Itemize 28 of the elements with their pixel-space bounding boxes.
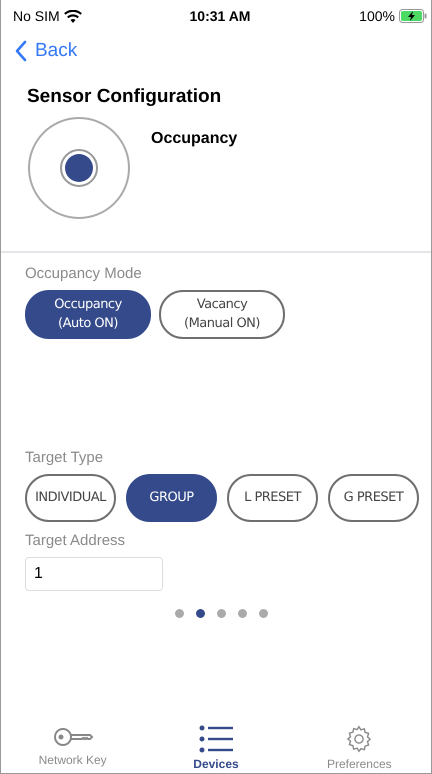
battery-charging-icon (398, 9, 427, 23)
mode-option[interactable]: Vacancy (Manual ON) (159, 290, 285, 339)
field-label: Target Address (25, 532, 126, 549)
target-option[interactable]: L PRESET (227, 474, 318, 522)
target-option[interactable]: GROUP (126, 474, 217, 522)
key-icon (52, 725, 94, 749)
section-label: Target Type (25, 449, 104, 466)
mode-option[interactable]: Occupancy (Auto ON) (25, 290, 151, 339)
page-dot[interactable] (216, 609, 226, 618)
page-title: Sensor Configuration (27, 86, 222, 108)
page-dot[interactable] (238, 609, 246, 618)
address-field[interactable]: 1 (25, 557, 163, 591)
list-icon (198, 725, 233, 753)
tab-item[interactable]: Devices (150, 725, 281, 771)
target-option[interactable]: G PRESET (328, 474, 419, 522)
page-dot[interactable] (174, 609, 184, 618)
page-dot[interactable] (196, 609, 204, 618)
page-dot[interactable] (258, 609, 268, 618)
target-option[interactable]: INDIVIDUAL (25, 474, 116, 522)
settings-icon (345, 725, 374, 753)
chevron-left-icon (15, 40, 27, 62)
battery-percent: 100% (359, 8, 395, 24)
carrier-text: No SIM (13, 8, 60, 24)
section-label: Occupancy Mode (25, 265, 143, 282)
back-button[interactable]: Back (15, 40, 78, 62)
clock-text: 10:31 AM (190, 8, 250, 24)
sensor-label: Occupancy (151, 130, 238, 149)
wifi-icon (64, 10, 82, 22)
